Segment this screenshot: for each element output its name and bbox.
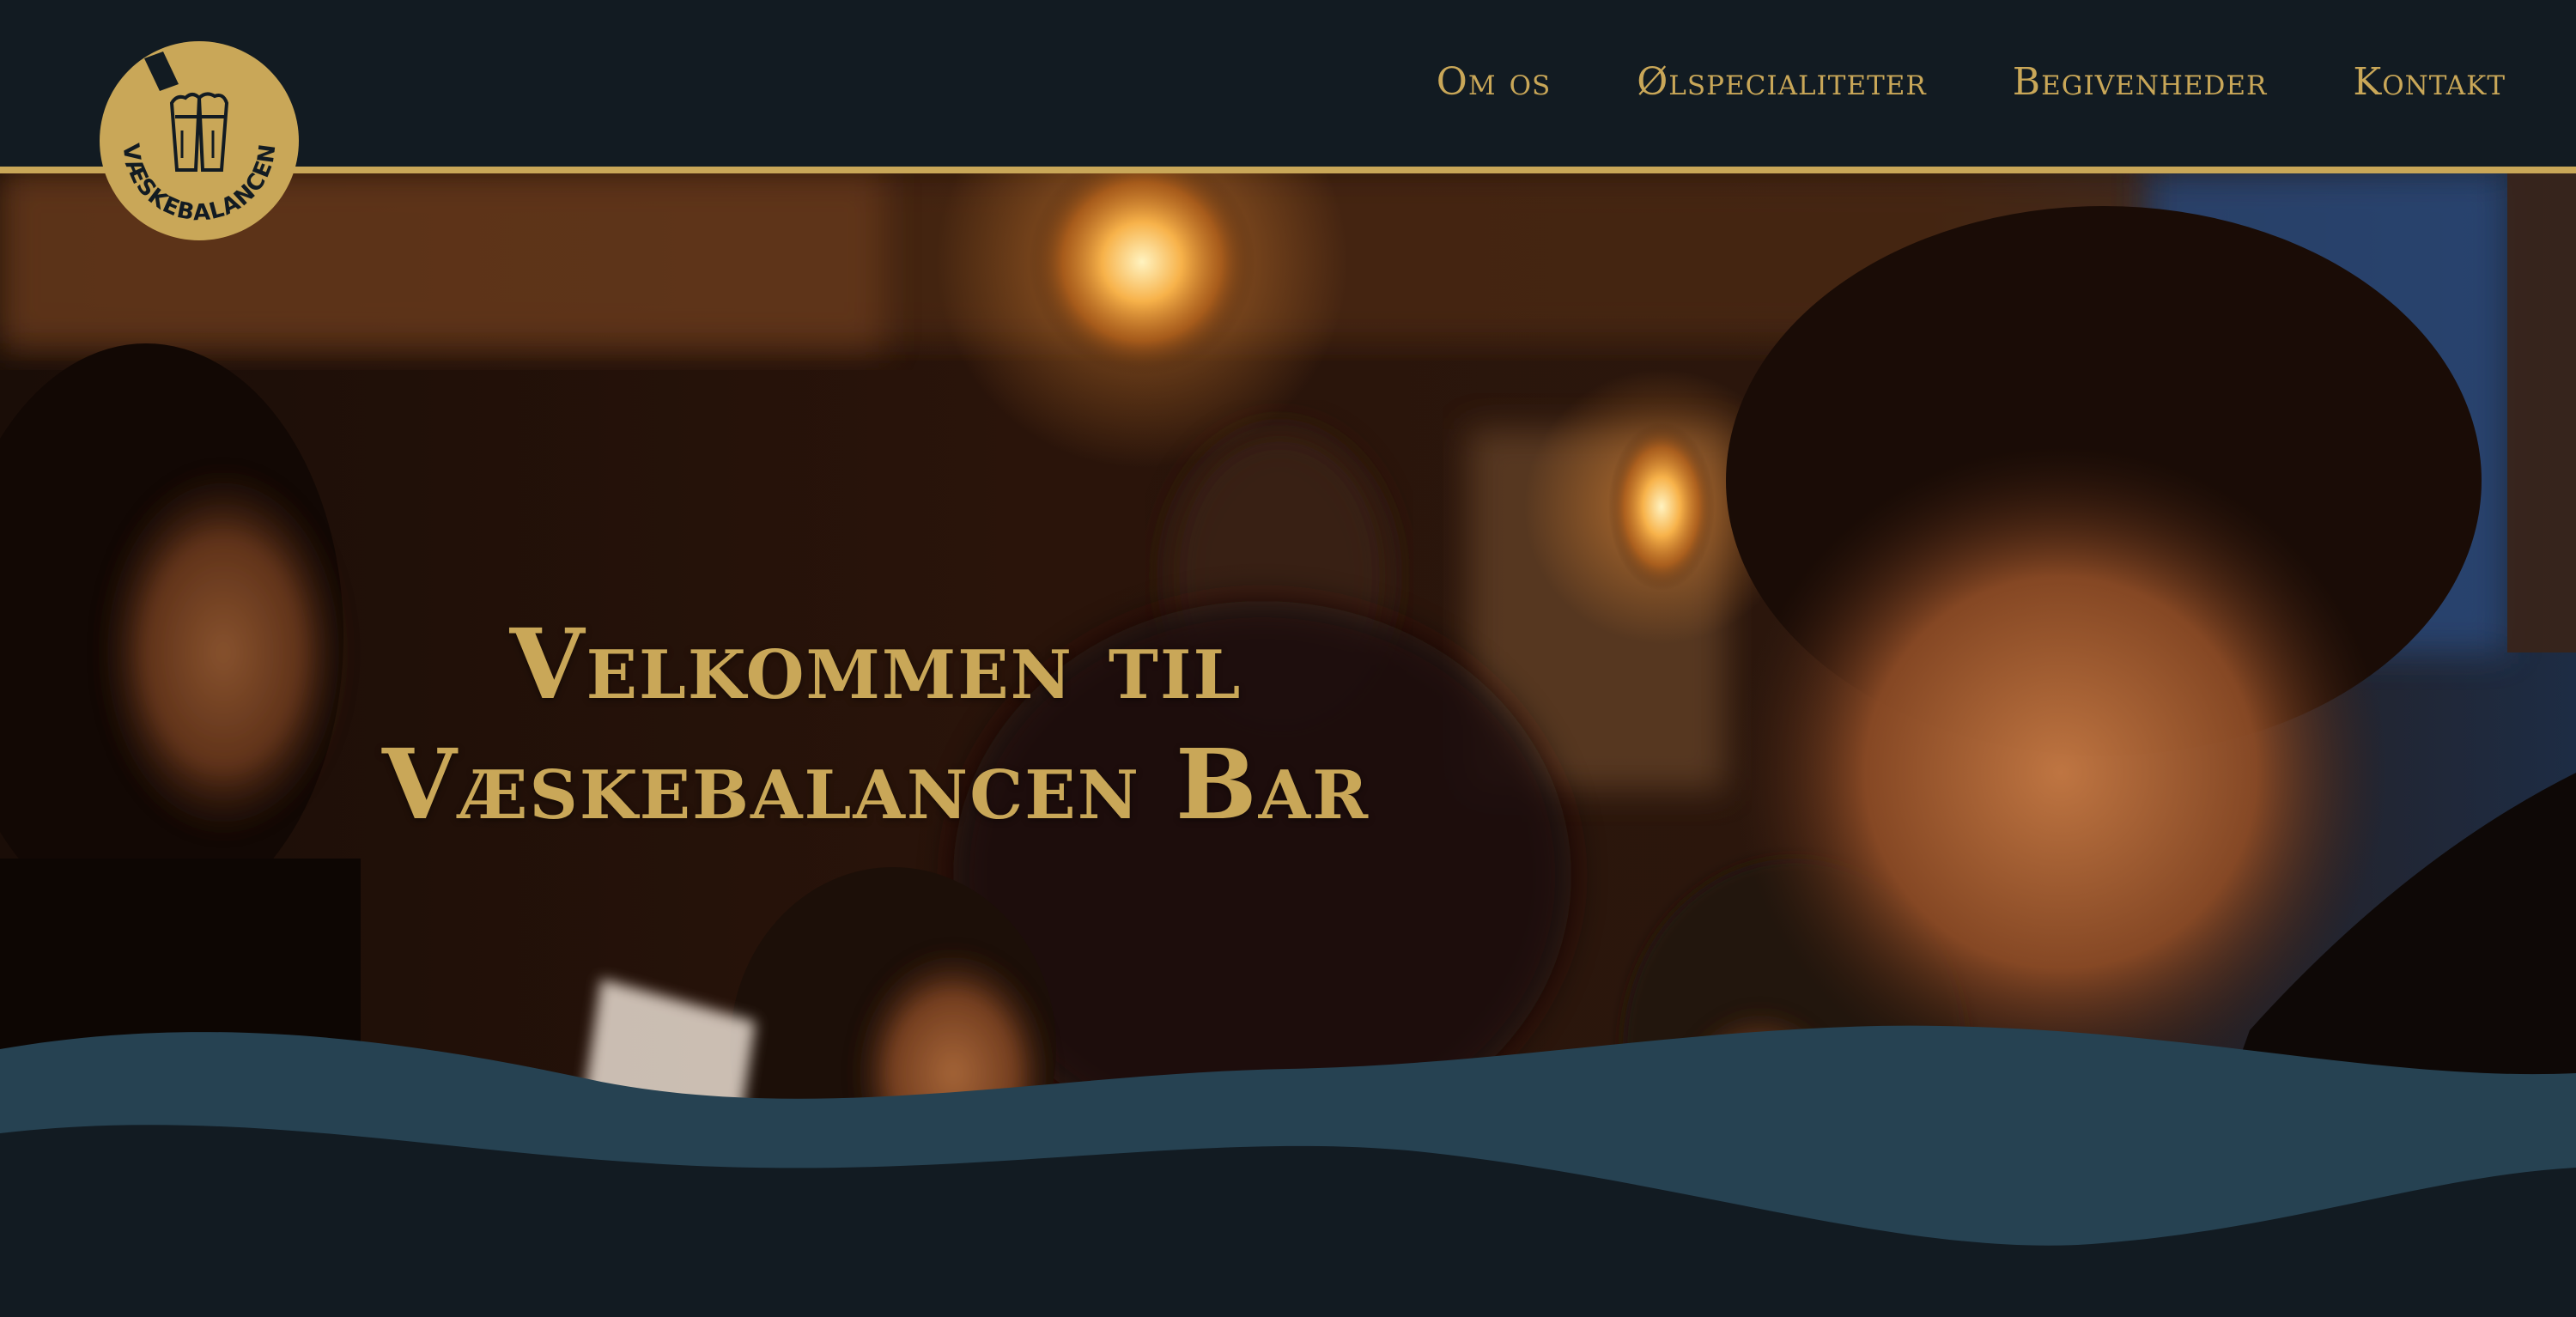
hero-heading-line1: Velkommen til: [509, 609, 1242, 722]
site-logo[interactable]: VÆSKEBALANCEN: [100, 41, 299, 240]
hero-section: Velkommen til Væskebalancen Bar: [0, 172, 2576, 1317]
hero-heading-line2: Væskebalancen Bar: [381, 729, 1370, 842]
beer-glasses-icon: [169, 92, 229, 172]
logo-text: VÆSKEBALANCEN: [117, 142, 281, 226]
nav-link-begivenheder[interactable]: Begivenheder: [2013, 58, 2268, 106]
page: Om os Ølspecialiteter Begivenheder Konta…: [0, 0, 2576, 1317]
header-divider: [0, 167, 2576, 173]
logo-mark: VÆSKEBALANCEN: [117, 52, 281, 226]
nav-link-kontakt[interactable]: Kontakt: [2353, 58, 2506, 106]
nav-link-olspecialiteter[interactable]: Ølspecialiteter: [1637, 58, 1927, 106]
hero-heading: Velkommen til Væskebalancen Bar: [361, 605, 1391, 846]
site-header: Om os Ølspecialiteter Begivenheder Konta…: [0, 0, 2576, 168]
main-nav: Om os Ølspecialiteter Begivenheder Konta…: [1437, 58, 2506, 106]
nav-link-om-os[interactable]: Om os: [1437, 58, 1551, 106]
